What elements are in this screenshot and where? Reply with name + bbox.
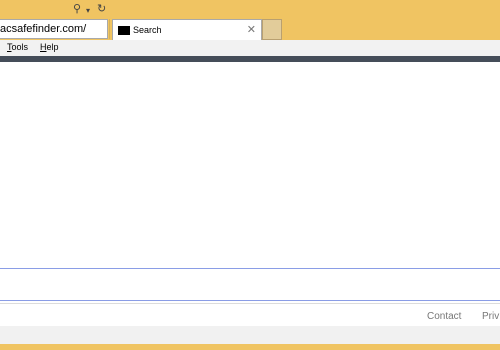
- address-separator: [109, 19, 110, 39]
- menu-bar: Tools Help: [0, 40, 500, 56]
- address-bar[interactable]: acsafefinder.com/: [0, 19, 108, 39]
- menu-tools-label: ools: [11, 42, 29, 52]
- address-url[interactable]: acsafefinder.com/: [0, 23, 86, 35]
- new-tab-button[interactable]: [262, 19, 282, 40]
- privacy-link[interactable]: Priv: [482, 311, 499, 322]
- tab-search[interactable]: Search ✕: [112, 19, 262, 41]
- menu-tools[interactable]: Tools: [7, 42, 28, 52]
- page-footer: Contact Priv: [0, 303, 500, 326]
- page-content: [0, 62, 500, 344]
- search-icon[interactable]: ⚲: [73, 2, 81, 16]
- search-box-top-border[interactable]: [0, 268, 500, 269]
- close-icon[interactable]: ✕: [247, 23, 256, 36]
- menu-help-label: elp: [46, 42, 59, 52]
- favicon-icon: [118, 26, 130, 35]
- browser-bottom-frame: [0, 344, 500, 350]
- menu-help[interactable]: Help: [40, 42, 59, 52]
- footer-strip: [0, 326, 500, 344]
- contact-link[interactable]: Contact: [427, 311, 461, 322]
- chevron-down-icon[interactable]: ▾: [86, 4, 90, 18]
- tab-title: Search: [133, 25, 162, 35]
- refresh-icon[interactable]: ↻: [97, 2, 106, 16]
- search-box-bottom-border[interactable]: [0, 300, 500, 301]
